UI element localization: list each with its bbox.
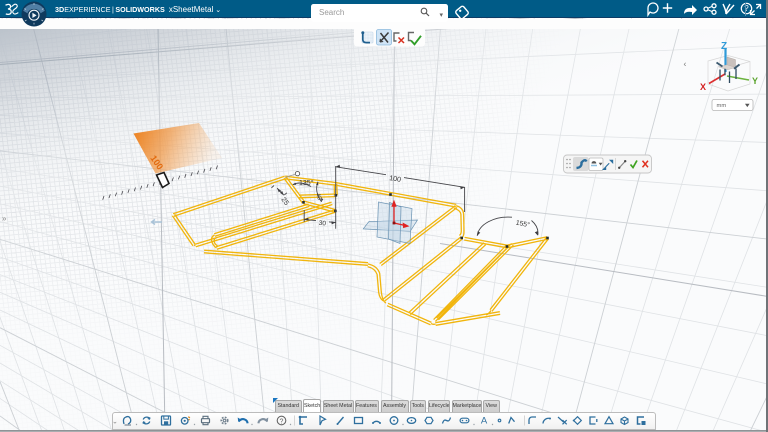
- svg-text:A: A: [481, 416, 488, 427]
- svg-text:mm: mm: [717, 103, 727, 109]
- svg-text:»: »: [2, 214, 7, 223]
- svg-text:135°: 135°: [299, 179, 314, 187]
- svg-text:Y: Y: [752, 76, 758, 86]
- svg-text:?: ?: [744, 4, 749, 13]
- svg-text:Z: Z: [721, 41, 727, 52]
- svg-text:30: 30: [318, 220, 326, 228]
- svg-text:‹: ‹: [684, 59, 687, 69]
- svg-text:⌄: ⌄: [112, 419, 118, 426]
- svg-text:?: ?: [280, 418, 284, 425]
- svg-text:X: X: [700, 82, 706, 92]
